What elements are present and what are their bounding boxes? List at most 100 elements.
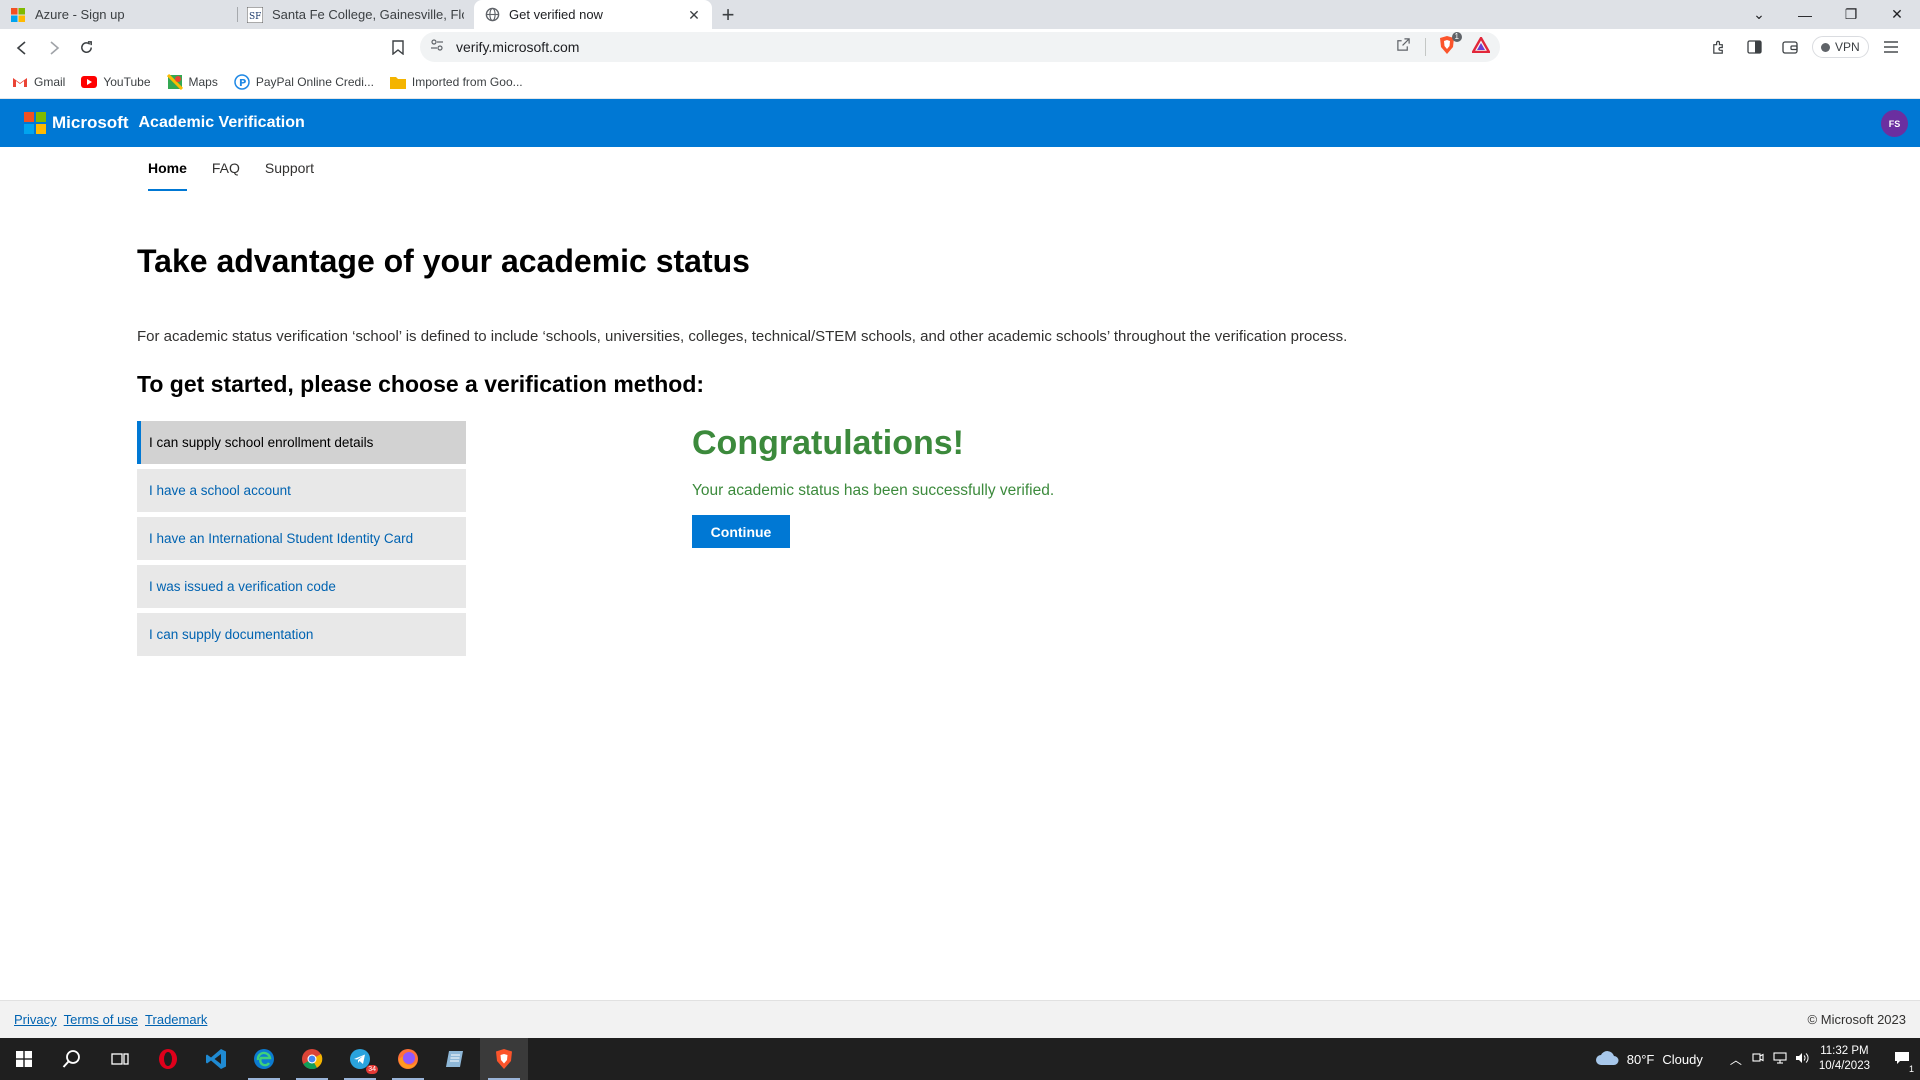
start-icon[interactable] — [0, 1038, 48, 1080]
bookmark-label: PayPal Online Credi... — [255, 75, 374, 89]
tab-santa-fe-college[interactable]: SF Santa Fe College, Gainesville, Florid… — [237, 0, 474, 29]
page-title: Take advantage of your academic status — [137, 243, 750, 279]
app-name[interactable]: Academic Verification — [139, 114, 305, 132]
window-controls: ⌄ — ❐ ✕ — [1736, 0, 1920, 29]
share-icon[interactable] — [1396, 37, 1411, 57]
vpn-status-icon — [1821, 42, 1830, 52]
tab-search-icon[interactable]: ⌄ — [1736, 0, 1782, 29]
search-icon[interactable] — [48, 1038, 96, 1080]
weather-temp: 80°F — [1626, 1051, 1655, 1067]
menu-icon[interactable] — [1873, 32, 1909, 62]
address-bar[interactable]: verify.microsoft.com 1 — [420, 31, 1500, 62]
opera-icon[interactable] — [144, 1038, 192, 1080]
volume-icon[interactable] — [1791, 1052, 1813, 1067]
task-view-icon[interactable] — [96, 1038, 144, 1080]
browser-toolbar: verify.microsoft.com 1 VPN — [0, 29, 1920, 66]
minimize-icon[interactable]: — — [1782, 0, 1828, 29]
gmail-icon — [12, 74, 28, 90]
wallet-icon[interactable] — [1772, 32, 1808, 62]
weather-text: Cloudy — [1662, 1051, 1703, 1067]
extensions-icon[interactable] — [1700, 32, 1736, 62]
tab-title: Santa Fe College, Gainesville, Florida - — [272, 7, 464, 22]
notification-count: 1 — [1908, 1063, 1914, 1074]
close-tab-icon[interactable]: ✕ — [686, 7, 702, 23]
brave-icon[interactable] — [480, 1038, 528, 1080]
chevron-up-icon[interactable]: ︿ — [1725, 1051, 1747, 1068]
site-info-icon[interactable] — [430, 38, 444, 57]
browser-tab-strip: Azure - Sign up SF Santa Fe College, Gai… — [0, 0, 1920, 29]
method-enrollment-details[interactable]: I can supply school enrollment details — [137, 421, 466, 464]
user-avatar[interactable]: FS — [1881, 110, 1908, 137]
continue-button[interactable]: Continue — [692, 515, 790, 548]
verification-success-message: Your academic status has been successful… — [692, 482, 1055, 499]
bookmark-imported-folder[interactable]: Imported from Goo... — [389, 74, 523, 90]
telegram-unread-badge: 34 — [366, 1065, 378, 1074]
method-verification-code[interactable]: I was issued a verification code — [137, 565, 466, 608]
meet-now-icon[interactable] — [1747, 1052, 1769, 1067]
bookmark-paypal[interactable]: P PayPal Online Credi... — [234, 74, 374, 90]
divider — [1425, 38, 1426, 56]
globe-icon — [484, 7, 500, 23]
bookmark-icon[interactable] — [388, 37, 408, 57]
youtube-icon — [81, 74, 98, 90]
bookmark-label: Maps — [188, 75, 218, 89]
brave-rewards-icon[interactable] — [1470, 35, 1492, 58]
congratulations-heading: Congratulations! — [692, 424, 964, 462]
firefox-icon[interactable] — [384, 1038, 432, 1080]
page-nav: Home FAQ Support — [148, 147, 339, 191]
terms-of-use-link[interactable]: Terms of use — [64, 1012, 138, 1027]
verification-method-list: I can supply school enrollment details I… — [137, 421, 466, 661]
bookmark-label: YouTube — [103, 75, 151, 89]
vscode-icon[interactable] — [192, 1038, 240, 1080]
clock[interactable]: 11:32 PM 10/4/2023 — [1819, 1044, 1870, 1074]
privacy-link[interactable]: Privacy — [14, 1012, 57, 1027]
new-tab-button[interactable]: + — [712, 0, 744, 29]
microsoft-logo-icon — [10, 7, 26, 23]
network-icon[interactable] — [1769, 1051, 1791, 1067]
microsoft-logo-icon[interactable] — [24, 112, 46, 134]
site-footer: Privacy Terms of use Trademark © Microso… — [0, 1000, 1920, 1038]
svg-text:P: P — [239, 78, 246, 89]
brand-name[interactable]: Microsoft — [52, 113, 129, 133]
choose-method-heading: To get started, please choose a verifica… — [137, 371, 705, 397]
tab-azure-signup[interactable]: Azure - Sign up — [0, 0, 237, 29]
toolbar-right: VPN — [1700, 32, 1909, 62]
bookmark-label: Imported from Goo... — [411, 75, 523, 89]
restore-icon[interactable]: ❐ — [1828, 0, 1874, 29]
bookmark-label: Gmail — [34, 75, 66, 89]
bookmark-maps[interactable]: Maps — [166, 74, 218, 90]
method-documentation[interactable]: I can supply documentation — [137, 613, 466, 656]
sidebar-icon[interactable] — [1736, 32, 1772, 62]
nav-support[interactable]: Support — [265, 147, 314, 191]
vpn-label: VPN — [1835, 40, 1860, 54]
notes-icon[interactable] — [432, 1038, 480, 1080]
trademark-link[interactable]: Trademark — [145, 1012, 207, 1027]
bookmark-gmail[interactable]: Gmail — [12, 74, 65, 90]
close-window-icon[interactable]: ✕ — [1874, 0, 1920, 29]
weather-widget[interactable]: 80°F Cloudy — [1595, 1050, 1703, 1069]
maps-icon — [166, 74, 183, 90]
forward-icon[interactable] — [38, 32, 70, 64]
windows-taskbar: 34 80°F Cloudy ︿ 11:32 PM 10/4/2023 1 — [0, 1038, 1920, 1080]
site-header: Microsoft Academic Verification FS — [0, 99, 1920, 147]
nav-faq[interactable]: FAQ — [212, 147, 240, 191]
notification-icon[interactable]: 1 — [1884, 1051, 1920, 1074]
tab-get-verified[interactable]: Get verified now ✕ — [474, 0, 712, 29]
telegram-icon[interactable]: 34 — [336, 1038, 384, 1080]
folder-icon — [389, 74, 406, 90]
system-tray: 80°F Cloudy ︿ 11:32 PM 10/4/2023 1 — [1595, 1038, 1920, 1080]
brave-shields-icon[interactable]: 1 — [1438, 31, 1462, 60]
svg-text:SF: SF — [249, 12, 261, 22]
method-isic-card[interactable]: I have an International Student Identity… — [137, 517, 466, 560]
chrome-icon[interactable] — [288, 1038, 336, 1080]
reload-icon[interactable] — [70, 32, 102, 64]
url-text: verify.microsoft.com — [456, 39, 580, 55]
method-school-account[interactable]: I have a school account — [137, 469, 466, 512]
back-icon[interactable] — [6, 32, 38, 64]
copyright-text: © Microsoft 2023 — [1807, 1012, 1906, 1027]
vpn-button[interactable]: VPN — [1812, 36, 1869, 58]
tab-title: Get verified now — [509, 7, 603, 22]
nav-home[interactable]: Home — [148, 147, 187, 191]
bookmark-youtube[interactable]: YouTube — [81, 74, 151, 90]
edge-icon[interactable] — [240, 1038, 288, 1080]
